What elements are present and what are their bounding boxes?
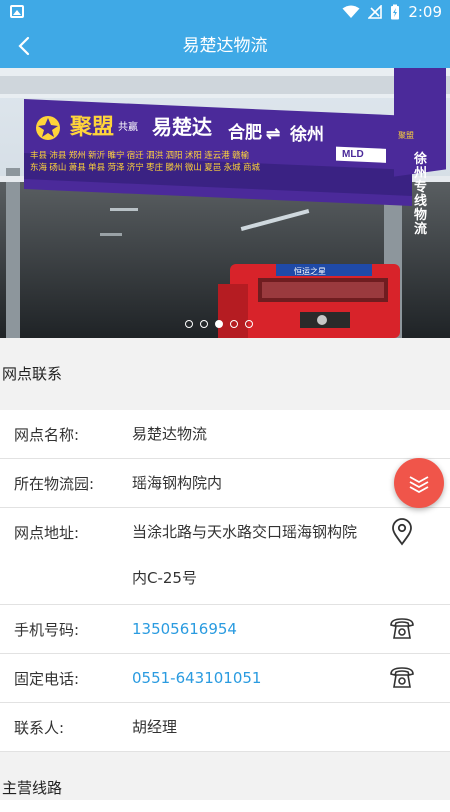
row-contact-person: 联系人: 胡经理 [0, 703, 450, 752]
call-mobile-button[interactable] [384, 611, 420, 647]
sign-cities-row1: 丰县 沛县 郑州 新沂 睢宁 宿迁 泗洪 泗阳 沭阳 连云港 赣榆 [30, 150, 250, 160]
location-button[interactable] [384, 514, 420, 550]
carousel-indicators [185, 320, 253, 328]
side-sign-brand: 聚盟 [398, 131, 414, 140]
row-logistics-park: 所在物流园: 瑶海钢构院内 [0, 459, 450, 508]
sign-route-from: 合肥 [228, 122, 262, 142]
divider [0, 338, 450, 350]
row-label: 手机号码: [14, 621, 80, 639]
side-sign-text: 徐州专线物流 [413, 151, 427, 236]
image-icon [10, 5, 24, 18]
app-header: 易楚达物流 [0, 24, 450, 68]
svg-text:⇌: ⇌ [266, 124, 280, 143]
row-label: 所在物流园: [14, 475, 95, 493]
carousel-dot[interactable] [200, 320, 208, 328]
row-label: 固定电话: [14, 670, 80, 688]
call-landline-button[interactable] [384, 660, 420, 696]
logistics-sign: 聚盟 共赢 易楚达 合肥 ⇌ 徐州 MLD 丰县 沛县 郑州 新沂 睢宁 宿迁 … [24, 99, 412, 206]
row-outlet-name: 网点名称: 易楚达物流 [0, 410, 450, 459]
row-label: 网点地址: [14, 524, 80, 542]
layers-chevrons-icon [409, 476, 429, 493]
row-label: 网点名称: [14, 426, 80, 444]
row-mobile: 手机号码: 13505616954 [0, 605, 450, 654]
mobile-number-link[interactable]: 13505616954 [132, 605, 237, 653]
chevron-left-icon [18, 36, 30, 56]
sign-star-logo [36, 116, 60, 140]
sign-route-to: 徐州 [289, 124, 324, 144]
section-title-routes: 主营线路 [0, 764, 450, 800]
row-address: 网点地址: 当涂北路与天水路交口瑶海钢构院 内C-25号 [0, 508, 450, 605]
phone-icon [390, 618, 414, 639]
floating-menu-button[interactable] [394, 458, 444, 508]
battery-charging-icon [391, 4, 400, 20]
banner-carousel[interactable]: 聚盟 共赢 易楚达 合肥 ⇌ 徐州 MLD 丰县 沛县 郑州 新沂 睢宁 宿迁 … [0, 68, 450, 338]
location-pin-icon [392, 518, 412, 546]
sign-logo: MLD [342, 149, 364, 160]
address-line-2: 内C-25号 [132, 569, 197, 587]
carousel-dot[interactable] [215, 320, 223, 328]
phone-icon [390, 667, 414, 688]
status-time: 2:09 [408, 3, 442, 21]
divider [0, 752, 450, 764]
sign-cities-row2: 东海 砀山 萧县 单县 菏泽 济宁 枣庄 滕州 微山 夏邑 永城 商城 [30, 162, 260, 172]
no-signal-icon [368, 5, 383, 19]
status-bar: 2:09 [0, 0, 450, 24]
sign-company: 易楚达 [152, 115, 212, 139]
sign-brand: 聚盟 [69, 114, 114, 139]
section-title-contact: 网点联系 [0, 350, 450, 398]
page-title: 易楚达物流 [182, 36, 268, 56]
contact-person-value: 胡经理 [132, 718, 178, 736]
carousel-dot[interactable] [245, 320, 253, 328]
wifi-icon [342, 5, 360, 18]
row-label: 联系人: [14, 719, 65, 737]
landline-number-link[interactable]: 0551-643101051 [132, 654, 261, 702]
outlet-name-value: 易楚达物流 [132, 425, 208, 443]
carousel-dot[interactable] [185, 320, 193, 328]
warehouse-photo: 聚盟 共赢 易楚达 合肥 ⇌ 徐州 MLD 丰县 沛县 郑州 新沂 睢宁 宿迁 … [0, 68, 450, 338]
row-landline: 固定电话: 0551-643101051 [0, 654, 450, 703]
carousel-dot[interactable] [230, 320, 238, 328]
address-line-1: 当涂北路与天水路交口瑶海钢构院 [132, 523, 358, 541]
divider [0, 398, 450, 410]
logistics-park-value: 瑶海钢构院内 [132, 474, 223, 492]
back-button[interactable] [10, 32, 38, 60]
sign-brand-side: 共赢 [118, 120, 138, 133]
truck-plate-text: 恒运之星 [294, 266, 326, 276]
